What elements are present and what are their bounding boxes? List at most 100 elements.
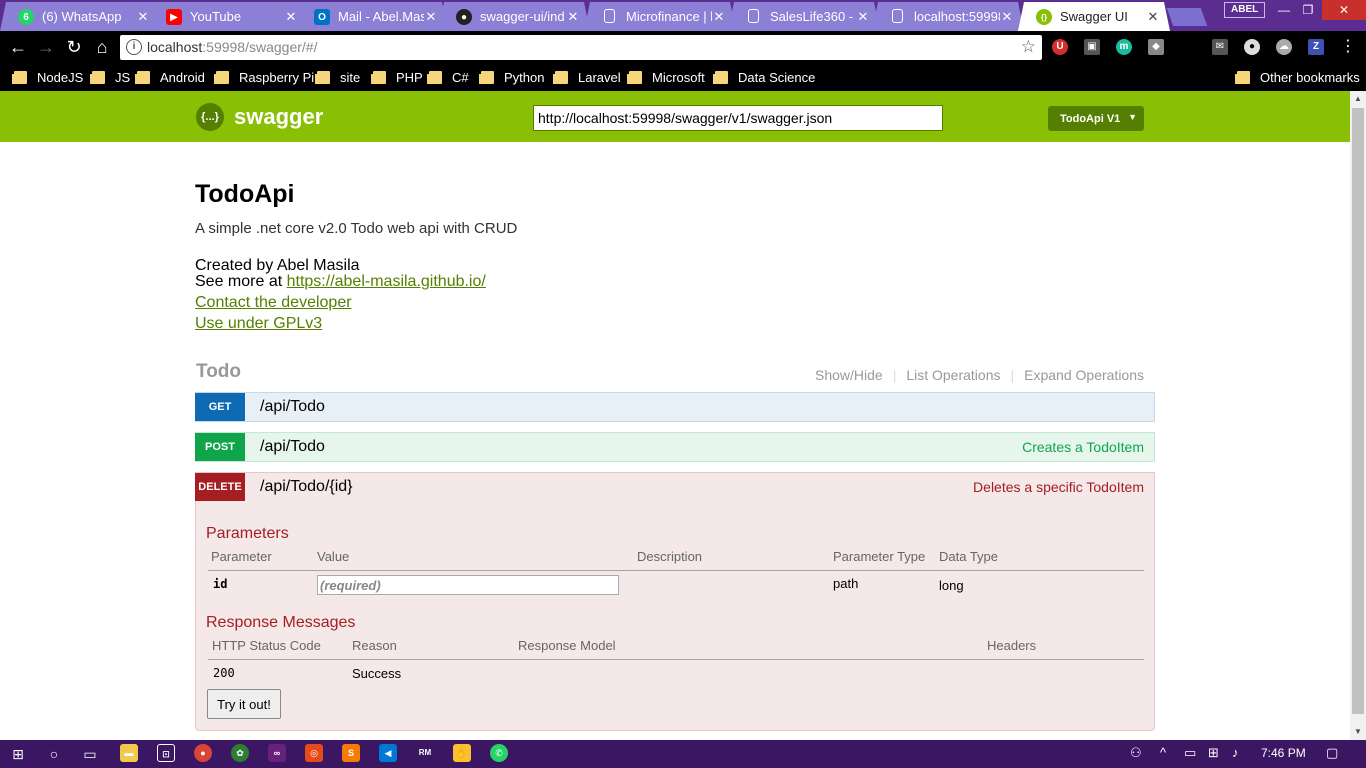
reload-icon[interactable]: ↻ xyxy=(62,35,86,59)
forward-icon[interactable]: → xyxy=(34,35,58,59)
new-tab-button[interactable] xyxy=(1166,8,1208,26)
spec-url-input[interactable] xyxy=(533,105,943,131)
bookmark-folder[interactable]: PHP xyxy=(371,68,423,86)
operation-delete[interactable]: DELETE /api/Todo/{id} Deletes a specific… xyxy=(195,472,1155,502)
tab-microfinance[interactable]: Microfinance | l ✕ xyxy=(584,2,736,31)
method-badge[interactable]: DELETE xyxy=(195,473,245,501)
extension-icon[interactable]: ▣ xyxy=(1084,39,1100,55)
tab-whatsapp[interactable]: 6 (6) WhatsApp ✕ xyxy=(0,2,160,31)
method-badge[interactable]: POST xyxy=(195,433,245,461)
close-icon[interactable]: ✕ xyxy=(424,9,438,25)
extension-icon[interactable]: ● xyxy=(1244,39,1260,55)
sublime-text-icon[interactable]: S xyxy=(342,744,360,762)
swagger-logo[interactable]: {...} swagger xyxy=(196,103,323,131)
address-bar[interactable]: i localhost:59998/swagger/#/ ☆ xyxy=(120,35,1042,60)
close-icon[interactable]: ✕ xyxy=(1146,9,1160,25)
operation-post[interactable]: POST /api/Todo Creates a TodoItem xyxy=(195,432,1155,462)
url-text[interactable]: localhost:59998/swagger/#/ xyxy=(147,39,317,55)
operation-path[interactable]: /api/Todo xyxy=(260,398,1144,416)
id-input[interactable] xyxy=(317,575,619,595)
notifications-icon[interactable]: ▢ xyxy=(1326,745,1338,761)
tab-mail[interactable]: O Mail - Abel.Mas ✕ xyxy=(296,2,448,31)
operation-summary[interactable]: Creates a TodoItem xyxy=(1022,439,1144,455)
scroll-up-icon[interactable]: ▲ xyxy=(1350,91,1366,107)
extension-icon[interactable]: ◆ xyxy=(1148,39,1164,55)
windows-start-icon[interactable]: ⊞ xyxy=(7,744,29,764)
bookmark-folder[interactable]: Raspberry Pi xyxy=(214,68,315,86)
close-icon[interactable]: ✕ xyxy=(1000,9,1014,25)
operation-path[interactable]: /api/Todo xyxy=(260,438,1022,456)
close-icon[interactable]: ✕ xyxy=(136,9,150,25)
license-link[interactable]: Use under GPLv3 xyxy=(195,315,322,333)
contact-link[interactable]: Contact the developer xyxy=(195,294,352,312)
mail-extension-icon[interactable]: ✉ xyxy=(1212,39,1228,55)
back-icon[interactable]: ← xyxy=(6,35,30,59)
cloud-extension-icon[interactable]: ☁ xyxy=(1276,39,1292,55)
whatsapp-icon[interactable]: ✆ xyxy=(490,744,508,762)
scroll-down-icon[interactable]: ▼ xyxy=(1350,724,1366,740)
volume-icon[interactable]: ♪ xyxy=(1232,745,1239,760)
bookmark-folder[interactable]: site xyxy=(315,68,360,86)
page-scrollbar[interactable]: ▲ ▼ xyxy=(1350,91,1366,740)
store-icon[interactable]: ⊡ xyxy=(157,744,175,762)
expand-operations-link[interactable]: Expand Operations xyxy=(1024,367,1144,383)
chrome-icon[interactable]: ● xyxy=(194,744,212,762)
close-icon[interactable]: ✕ xyxy=(566,9,580,25)
m-extension-icon[interactable]: m xyxy=(1116,39,1132,55)
people-icon[interactable]: ⚇ xyxy=(1130,745,1142,761)
scrollbar-thumb[interactable] xyxy=(1352,108,1364,714)
cortana-icon[interactable]: ○ xyxy=(43,744,65,764)
tab-saleslife[interactable]: SalesLife360 - M ✕ xyxy=(728,2,880,31)
try-it-out-button[interactable]: Try it out! xyxy=(207,689,281,719)
menu-icon[interactable]: ⋮ xyxy=(1336,35,1360,59)
info-icon[interactable]: i xyxy=(126,39,142,55)
ublock-icon[interactable]: U xyxy=(1052,39,1068,55)
window-close-icon[interactable]: ✕ xyxy=(1322,0,1366,20)
close-icon[interactable]: ✕ xyxy=(284,9,298,25)
bookmark-folder[interactable]: Python xyxy=(479,68,544,86)
bookmark-label: Raspberry Pi xyxy=(239,69,315,85)
app-icon[interactable]: ◎ xyxy=(305,744,323,762)
rm-icon[interactable]: RM xyxy=(416,744,434,762)
close-icon[interactable]: ✕ xyxy=(856,9,870,25)
close-icon[interactable]: ✕ xyxy=(712,9,726,25)
chevron-up-icon[interactable]: ^ xyxy=(1160,745,1166,760)
bookmark-folder[interactable]: JS xyxy=(90,68,130,86)
resource-title[interactable]: Todo xyxy=(196,361,241,383)
z-extension-icon[interactable]: Z xyxy=(1308,39,1324,55)
bookmark-folder[interactable]: NodeJS xyxy=(12,68,83,86)
profile-button[interactable]: ABEL xyxy=(1224,2,1266,18)
operation-summary[interactable]: Deletes a specific TodoItem xyxy=(973,479,1144,495)
operation-get[interactable]: GET /api/Todo xyxy=(195,392,1155,422)
bookmark-folder[interactable]: Data Science xyxy=(713,68,815,86)
method-badge[interactable]: GET xyxy=(195,393,245,421)
vscode-icon[interactable]: ◀ xyxy=(379,744,397,762)
file-explorer-icon[interactable]: ▬ xyxy=(120,744,138,762)
tab-localhost[interactable]: localhost:59998 ✕ xyxy=(872,2,1024,31)
task-view-icon[interactable]: ▭ xyxy=(79,744,101,764)
spec-select[interactable]: TodoApi V1 ▼ xyxy=(1048,106,1144,131)
visual-studio-icon[interactable]: ∞ xyxy=(268,744,286,762)
bookmark-folder[interactable]: Microsoft xyxy=(627,68,705,86)
network-icon[interactable]: ⊞ xyxy=(1208,745,1219,761)
bookmark-folder[interactable]: Android xyxy=(135,68,205,86)
clock[interactable]: 7:46 PM xyxy=(1261,746,1306,760)
battery-icon[interactable]: ▭ xyxy=(1184,745,1196,761)
website-link[interactable]: https://abel-masila.github.io/ xyxy=(287,273,486,290)
restore-icon[interactable]: ❐ xyxy=(1294,0,1322,20)
bookmark-folder[interactable]: Laravel xyxy=(553,68,621,86)
app-icon[interactable]: ✿ xyxy=(231,744,249,762)
bookmark-folder[interactable]: C# xyxy=(427,68,469,86)
parameters-heading: Parameters xyxy=(206,525,289,542)
bookmark-star-icon[interactable]: ☆ xyxy=(1021,37,1036,57)
home-icon[interactable]: ⌂ xyxy=(90,35,114,59)
col-status-code: HTTP Status Code xyxy=(212,638,321,653)
tab-github[interactable]: ● swagger-ui/ind ✕ xyxy=(438,2,590,31)
list-operations-link[interactable]: List Operations xyxy=(906,367,1000,383)
tab-youtube[interactable]: ▶ YouTube ✕ xyxy=(148,2,308,31)
app-icon[interactable]: ✋ xyxy=(453,744,471,762)
show-hide-link[interactable]: Show/Hide xyxy=(815,367,883,383)
operation-path[interactable]: /api/Todo/{id} xyxy=(260,478,973,496)
other-bookmarks[interactable]: Other bookmarks xyxy=(1235,68,1360,86)
tab-swagger-ui[interactable]: {} Swagger UI ✕ xyxy=(1018,2,1170,31)
